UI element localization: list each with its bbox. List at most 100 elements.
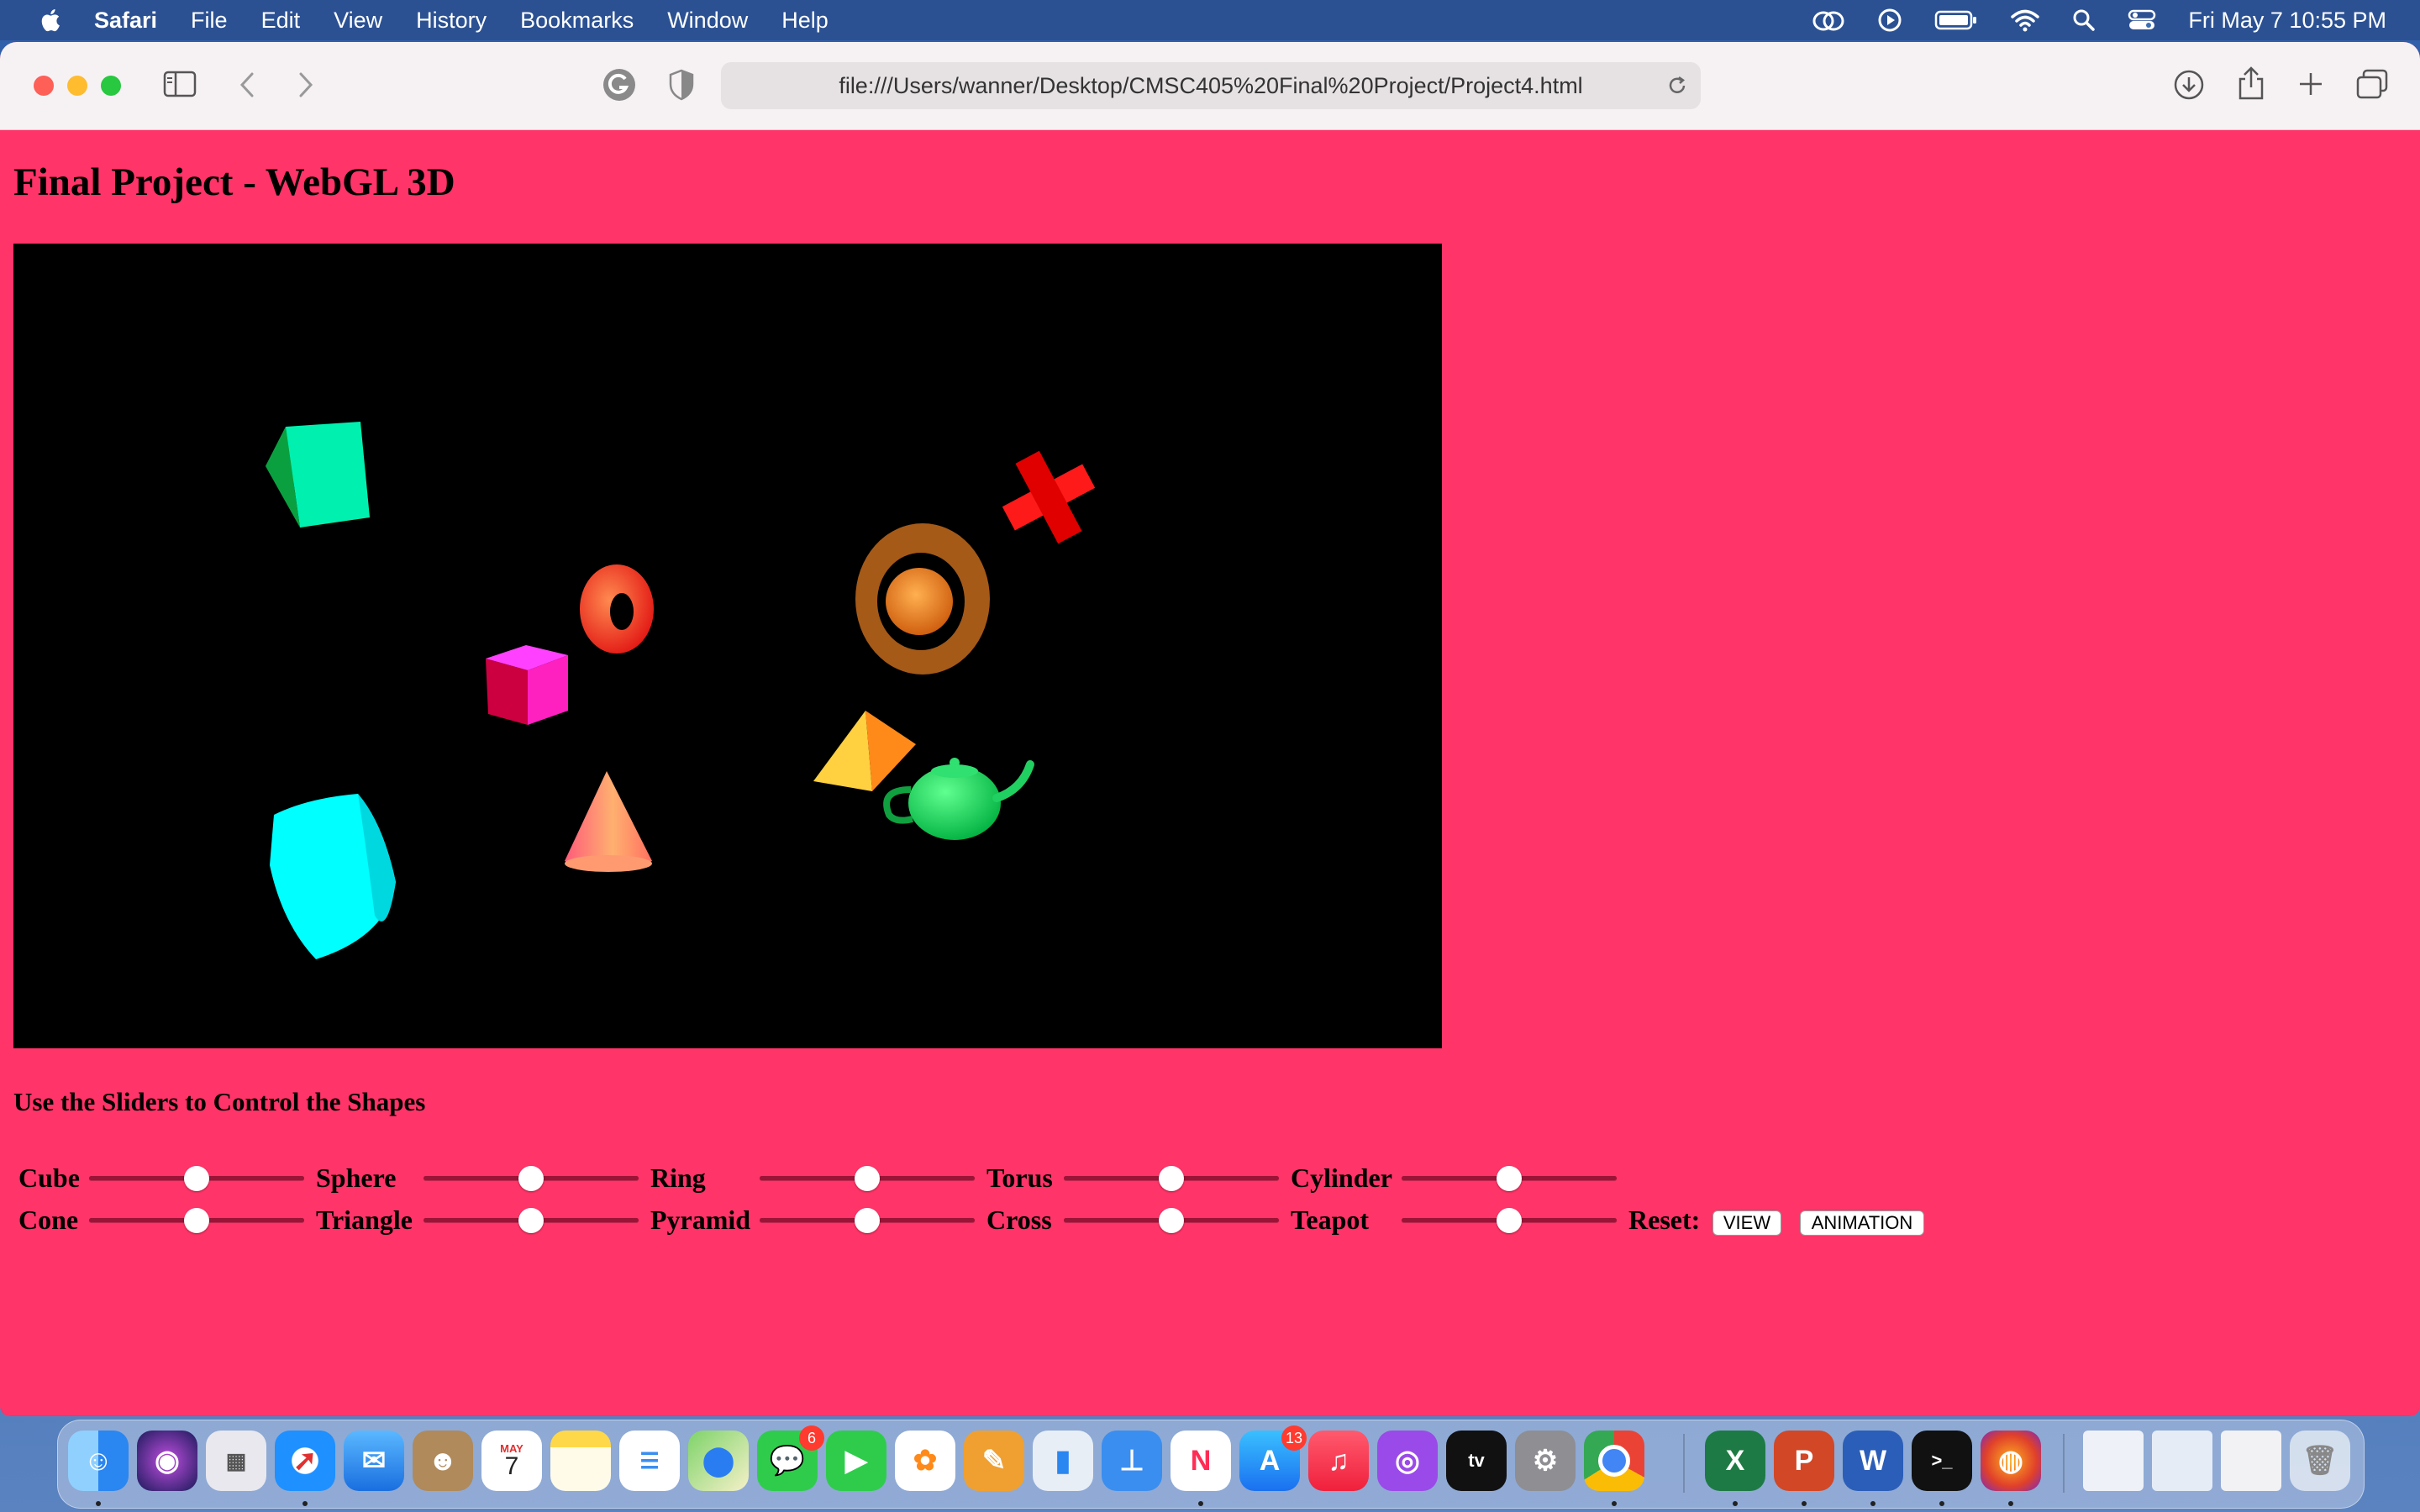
teapot-slider-thumb[interactable] [1497,1208,1522,1233]
menu-view[interactable]: View [334,8,382,34]
news-icon[interactable]: N [1171,1431,1231,1491]
forward-chevron-icon[interactable] [296,71,316,99]
close-window-button[interactable] [34,76,54,96]
maximize-window-button[interactable] [101,76,121,96]
cube-slider-thumb[interactable] [184,1166,209,1191]
sidebar-toggle-icon[interactable] [163,71,197,97]
menu-file[interactable]: File [191,8,228,34]
calendar-icon[interactable]: MAY 7 [481,1431,542,1491]
minimize-window-button[interactable] [67,76,87,96]
recent-document-icon[interactable] [2083,1431,2144,1491]
menu-edit[interactable]: Edit [261,8,301,34]
control-center-icon[interactable] [2128,8,2156,32]
address-bar[interactable]: file:///Users/wanner/Desktop/CMSC405%20F… [721,62,1701,109]
torus-slider[interactable] [1064,1166,1279,1191]
terminal-running-dot [1939,1501,1944,1506]
triangle-slider-thumb[interactable] [518,1208,544,1233]
torus-slider-thumb[interactable] [1159,1166,1184,1191]
reminders-icon[interactable]: ☰ [619,1431,680,1491]
contacts-icon[interactable]: ☻ [413,1431,473,1491]
cylinder-slider-thumb[interactable] [1497,1166,1522,1191]
menubar-clock[interactable]: Fri May 7 10:55 PM [2188,8,2386,34]
music-icon[interactable]: ♫ [1308,1431,1369,1491]
ring-slider-thumb[interactable] [855,1166,880,1191]
pyramid-slider-thumb[interactable] [855,1208,880,1233]
ring-slider[interactable] [760,1166,975,1191]
cone-slider-thumb[interactable] [184,1208,209,1233]
pyramid-slider[interactable] [760,1208,975,1233]
safari-icon[interactable]: ➚ [275,1431,335,1491]
grammarly-extension-icon[interactable] [602,67,637,102]
mail-icon[interactable]: ✉ [344,1431,404,1491]
downloads-stack-icon[interactable] [2221,1431,2281,1491]
cone-slider[interactable] [89,1208,304,1233]
tab-overview-icon[interactable] [2356,69,2388,99]
photos-icon[interactable]: ✿ [895,1431,955,1491]
web-page: Final Project - WebGL 3D Use the Sliders… [0,129,2420,1416]
cross-slider-thumb[interactable] [1159,1208,1184,1233]
menu-bar: Safari File Edit View History Bookmarks … [0,0,2420,40]
terminal-icon[interactable]: >_ [1912,1431,1972,1491]
pyramid-shape [813,711,916,791]
triangle-slider[interactable] [424,1208,639,1233]
app-store-icon[interactable]: A 13 [1239,1425,1307,1491]
creative-cloud-icon[interactable] [1812,8,1845,33]
menu-history[interactable]: History [416,8,487,34]
address-bar-url: file:///Users/wanner/Desktop/CMSC405%20F… [839,72,1583,98]
menu-help[interactable]: Help [781,8,829,34]
privacy-shield-icon[interactable] [669,69,694,101]
reset-view-button[interactable]: VIEW [1712,1210,1781,1236]
numbers-icon[interactable]: ▮ [1033,1431,1093,1491]
cube-slider[interactable] [89,1166,304,1191]
trash-icon[interactable]: 🗑 [2290,1431,2350,1491]
menu-bookmarks[interactable]: Bookmarks [520,8,634,34]
back-chevron-icon[interactable] [237,71,257,99]
siri-icon[interactable]: ◉ [137,1431,197,1491]
recent-document-2-icon[interactable] [2152,1431,2212,1491]
dock-separator [1683,1434,1685,1493]
reset-animation-button[interactable]: ANIMATION [1800,1210,1924,1236]
menu-window[interactable]: Window [667,8,748,34]
magenta-cube-shape [486,645,568,725]
chrome-running-dot [1612,1501,1617,1506]
screen-recording-icon[interactable] [1877,8,1902,33]
cylinder-slider-label: Cylinder [1291,1163,1392,1193]
safari-running-dot [302,1501,308,1506]
apple-tv-icon[interactable]: tv [1446,1431,1507,1491]
apple-menu-icon[interactable] [37,6,66,34]
downloads-icon[interactable] [2173,69,2205,101]
calendar-day: 7 [504,1452,519,1480]
notes-icon[interactable] [550,1431,611,1491]
wifi-icon[interactable] [2010,8,2040,32]
app-name-menu[interactable]: Safari [94,8,157,34]
podcasts-icon[interactable]: ◎ [1377,1431,1438,1491]
sphere-slider-thumb[interactable] [518,1166,544,1191]
new-tab-plus-icon[interactable] [2297,71,2324,97]
scene-render [266,422,1096,959]
launchpad-icon[interactable]: ▦ [206,1431,266,1491]
word-icon[interactable]: W [1843,1431,1903,1491]
reload-icon[interactable] [1665,74,1689,97]
keynote-icon[interactable]: ⊥ [1102,1431,1162,1491]
safari-window: file:///Users/wanner/Desktop/CMSC405%20F… [0,42,2420,1416]
finder-icon[interactable]: ☺ [68,1431,129,1491]
chrome-icon[interactable] [1584,1431,1644,1491]
pages-icon[interactable]: ✎ [964,1431,1024,1491]
excel-icon[interactable]: X [1705,1431,1765,1491]
system-preferences-icon[interactable]: ⚙ [1515,1431,1576,1491]
teapot-slider[interactable] [1402,1208,1617,1233]
cylinder-slider[interactable] [1402,1166,1617,1191]
cylinder-shape [270,794,396,959]
webgl-canvas[interactable] [13,244,1442,1048]
messages-icon[interactable]: 💬 6 [757,1425,824,1491]
facetime-icon[interactable]: ▶ [826,1431,886,1491]
spotlight-search-icon[interactable] [2072,8,2096,32]
news-running-dot [1198,1501,1203,1506]
cross-slider[interactable] [1064,1208,1279,1233]
firefox-icon[interactable]: ◍ [1981,1431,2041,1491]
maps-icon[interactable]: ⬤ [688,1431,749,1491]
battery-icon[interactable] [1934,9,1978,31]
sphere-slider[interactable] [424,1166,639,1191]
share-icon[interactable] [2237,66,2265,101]
powerpoint-icon[interactable]: P [1774,1431,1834,1491]
